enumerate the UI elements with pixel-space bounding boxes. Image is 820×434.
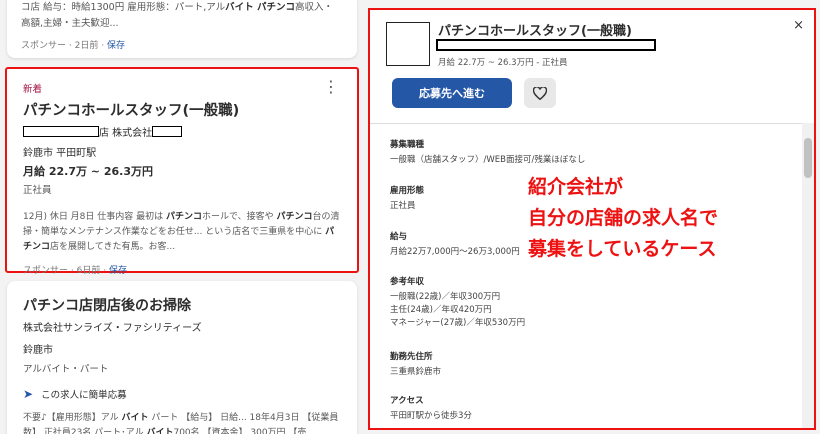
save-job-button[interactable]: [524, 78, 556, 108]
scrollbar-thumb[interactable]: [804, 138, 812, 178]
save-link[interactable]: 保存: [109, 266, 127, 276]
job-location: 鈴鹿市: [23, 345, 53, 356]
section-access: アクセス 平田町駅から徒歩3分: [390, 396, 472, 421]
redaction-box: [152, 125, 183, 137]
job-description-snippet: 12月) 休日 月8日 仕事内容 最初は パチンコホールで、接客や パチンコ台の…: [23, 210, 341, 255]
job-card-previous[interactable]: コ店 給与：時給1300円 雇用形態：パート,アルバイト パチンコ高収入・ 高額,…: [7, 0, 357, 58]
posted-time: 2日前: [74, 41, 99, 51]
job-location: 鈴鹿市 平田町駅: [23, 148, 97, 159]
snippet-text: ホールで、接客や: [202, 212, 277, 222]
job-title[interactable]: パチンコ店閉店後のお掃除: [23, 295, 341, 315]
company-name: 株式会社サンライズ・ファシリティーズ: [23, 323, 202, 334]
job-title[interactable]: パチンコホールスタッフ(一般職): [23, 99, 341, 120]
sponsor-label: スポンサー: [21, 41, 67, 51]
snippet-text: 不要♪【雇用形態】アル: [23, 413, 122, 423]
snippet-text: 店を展開してきた有馬。お客...: [50, 242, 176, 252]
snippet-text: 12月) 休日 月8日 仕事内容 最初は: [23, 212, 166, 222]
employment-type: アルバイト・パート: [23, 364, 109, 375]
job-meta: スポンサー · 2日前 · 保存: [21, 41, 125, 51]
snippet-text: 700名 【資本金】 300万円 【売: [173, 428, 307, 434]
new-badge: 新着: [23, 84, 43, 95]
redaction-box: [23, 125, 99, 137]
job-meta: スポンサー · 6日前 · 保存: [23, 266, 127, 276]
section-job-category: 募集職種 一般職（店舗スタッフ）/WEB面接可/残業ほぼなし: [390, 140, 586, 165]
detail-job-title: パチンコホールスタッフ(一般職): [438, 24, 632, 39]
section-salary: 給与 月給22万7,000円～26万3,000円: [390, 232, 520, 257]
job-description-snippet: 不要♪【雇用形態】アル バイト パート 【給与】 日給... 18年4月3日 【…: [23, 411, 341, 434]
keyword-highlight: パチンコ: [276, 212, 313, 222]
save-link[interactable]: 保存: [107, 41, 125, 51]
more-options-icon[interactable]: ⋮: [323, 79, 339, 95]
job-salary: 月給 22.7万 ~ 26.3万円: [23, 165, 153, 178]
keyword-highlight: バイト: [121, 413, 149, 423]
keyword-highlight: パチンコ: [166, 212, 203, 222]
job-snippet: コ店 給与：時給1300円 雇用形態：パート,アルバイト パチンコ高収入・ 高額,…: [21, 2, 333, 29]
heart-icon: [533, 86, 547, 100]
employment-type: 正社員: [23, 185, 52, 196]
section-employment-type: 雇用形態 正社員: [390, 186, 425, 211]
redaction-box: [436, 39, 656, 51]
close-icon[interactable]: ×: [793, 18, 804, 33]
section-work-address: 勤務先住所 三重県鈴鹿市: [390, 352, 442, 377]
company-logo-redacted: [386, 22, 430, 66]
annotation-text: 紹介会社が 自分の店舗の求人名で 募集をしているケース: [528, 176, 719, 260]
posted-time: 6日前: [76, 266, 101, 276]
sponsor-label: スポンサー: [23, 266, 69, 276]
section-reference-income: 参考年収 一般職(22歳)／年収300万円 主任(24歳)／年収420万円 マネ…: [390, 277, 526, 328]
job-list: コ店 給与：時給1300円 雇用形態：パート,アルバイト パチンコ高収入・ 高額,…: [0, 0, 362, 434]
keyword-highlight: バイト: [146, 428, 174, 434]
apply-button[interactable]: 応募先へ進む: [392, 78, 512, 108]
company-name: 店 株式会社: [23, 124, 341, 139]
detail-salary: 月給 22.7万 ~ 26.3万円 - 正社員: [438, 58, 568, 68]
divider: [370, 123, 814, 124]
job-card-selected[interactable]: 新着 パチンコホールスタッフ(一般職) ⋮ 店 株式会社 鈴鹿市 平田町駅 月給…: [5, 67, 359, 276]
job-card-next[interactable]: パチンコ店閉店後のお掃除 株式会社サンライズ・ファシリティーズ 鈴鹿市 アルバイ…: [7, 281, 357, 434]
easy-apply-indicator: ➤ この求人に簡単応募: [23, 387, 127, 401]
send-arrow-icon: ➤: [23, 387, 34, 401]
